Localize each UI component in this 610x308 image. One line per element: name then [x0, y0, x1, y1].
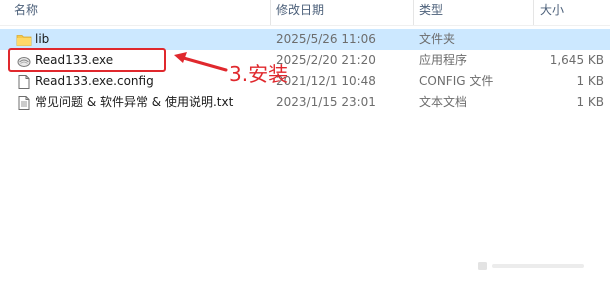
file-type: 应用程序	[419, 53, 468, 67]
file-size: 1,645 KB	[549, 53, 604, 67]
column-divider[interactable]	[533, 0, 534, 26]
file-type: 文件夹	[419, 32, 456, 46]
file-icon	[18, 75, 30, 89]
annotation-label: 3.安装	[229, 62, 289, 86]
header-divider	[0, 25, 610, 26]
column-name-header[interactable]: 名称	[14, 0, 38, 26]
text-file-icon	[18, 96, 30, 110]
file-row[interactable]: lib 2025/5/26 11:06 文件夹	[0, 29, 610, 50]
file-modified: 2025/2/20 21:20	[276, 53, 376, 67]
column-header: 名称 修改日期 类型 大小	[0, 0, 610, 26]
annotation-highlight-box	[8, 48, 166, 72]
column-divider[interactable]	[413, 0, 414, 26]
file-row[interactable]: 常见问题 & 软件异常 & 使用说明.txt 2023/1/15 23:01 文…	[0, 92, 610, 113]
file-row[interactable]: Read133.exe.config 2021/12/1 10:48 CONFI…	[0, 71, 610, 92]
file-modified: 2023/1/15 23:01	[276, 95, 376, 109]
file-size: 1 KB	[576, 74, 604, 88]
file-type: CONFIG 文件	[419, 74, 494, 88]
watermark	[478, 260, 588, 275]
file-name[interactable]: 常见问题 & 软件异常 & 使用说明.txt	[35, 92, 233, 113]
file-size: 1 KB	[576, 95, 604, 109]
file-name[interactable]: lib	[35, 29, 49, 50]
folder-icon	[16, 35, 32, 46]
file-name[interactable]: Read133.exe.config	[35, 71, 154, 92]
file-size	[524, 29, 604, 50]
column-type-header[interactable]: 类型	[419, 0, 443, 26]
column-divider[interactable]	[270, 0, 271, 26]
column-size-header[interactable]: 大小	[540, 0, 564, 26]
column-modified-header[interactable]: 修改日期	[276, 0, 324, 26]
file-modified: 2021/12/1 10:48	[276, 74, 376, 88]
file-type: 文本文档	[419, 95, 468, 109]
file-modified: 2025/5/26 11:06	[276, 32, 376, 46]
